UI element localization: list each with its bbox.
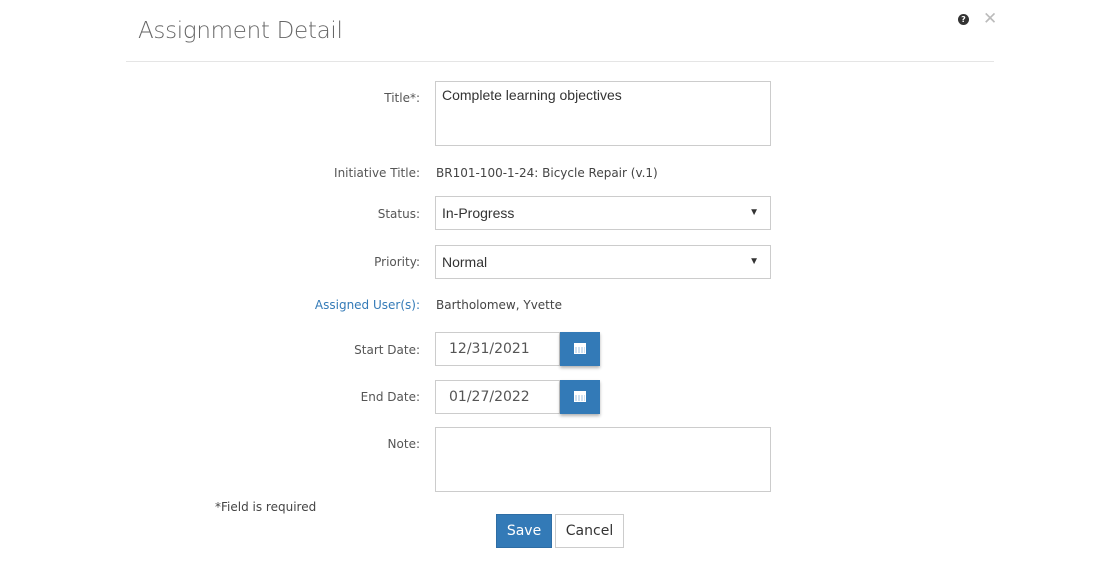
initiative-title-label: Initiative Title: <box>334 166 420 180</box>
priority-value: Normal <box>442 254 488 270</box>
chevron-down-icon: ▼ <box>749 207 759 218</box>
help-icon[interactable]: ? <box>958 14 969 25</box>
status-value: In-Progress <box>442 205 515 221</box>
status-select[interactable]: In-Progress ▼ <box>435 196 771 230</box>
calendar-icon <box>574 343 586 354</box>
start-date-input[interactable]: 12/31/2021 <box>435 332 560 366</box>
end-date-label: End Date: <box>360 390 420 404</box>
start-date-label: Start Date: <box>354 343 420 357</box>
priority-label: Priority: <box>374 255 420 269</box>
note-label: Note: <box>387 437 420 451</box>
cancel-button[interactable]: Cancel <box>555 514 624 548</box>
assigned-users-link[interactable]: Assigned User(s): <box>315 298 420 312</box>
end-date-picker-button[interactable] <box>560 380 600 414</box>
chevron-down-icon: ▼ <box>749 256 759 267</box>
note-input[interactable] <box>435 427 771 492</box>
start-date-picker-button[interactable] <box>560 332 600 366</box>
status-label: Status: <box>377 207 420 221</box>
assigned-users-value: Bartholomew, Yvette <box>436 298 562 312</box>
initiative-title-value: BR101-100-1-24: Bicycle Repair (v.1) <box>436 166 658 180</box>
calendar-icon <box>574 391 586 402</box>
close-icon[interactable]: ✕ <box>983 9 997 29</box>
dialog-title: Assignment Detail <box>138 18 343 44</box>
required-field-note: *Field is required <box>215 500 317 514</box>
save-button[interactable]: Save <box>496 514 552 548</box>
priority-select[interactable]: Normal ▼ <box>435 245 771 279</box>
end-date-input[interactable]: 01/27/2022 <box>435 380 560 414</box>
header-divider <box>126 61 994 62</box>
title-label: Title*: <box>384 91 420 105</box>
title-input[interactable]: Complete learning objectives <box>435 81 771 146</box>
